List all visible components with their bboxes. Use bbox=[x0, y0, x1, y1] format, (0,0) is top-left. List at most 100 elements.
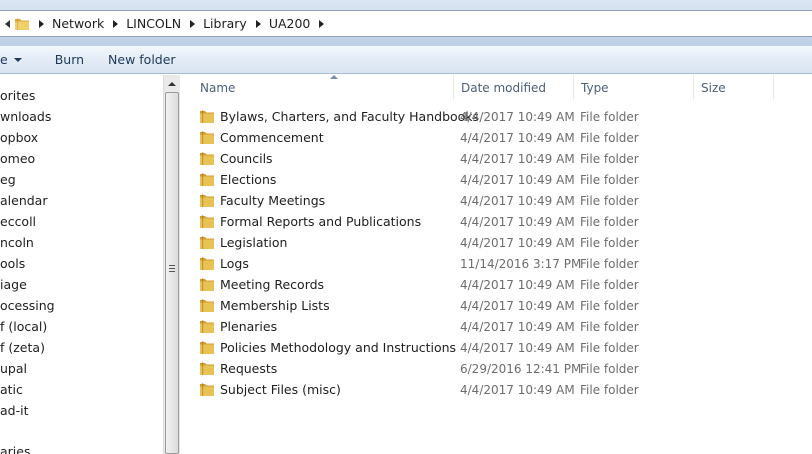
burn-button[interactable]: Burn bbox=[46, 49, 93, 71]
nav-item-read-it[interactable]: ad-it bbox=[0, 400, 28, 421]
file-row[interactable]: Plenaries 4/4/2017 10:49 AM File folder bbox=[180, 316, 812, 337]
file-row[interactable]: Elections 4/4/2017 10:49 AM File folder bbox=[180, 169, 812, 190]
file-row[interactable]: Requests 6/29/2016 12:41 PM File folder bbox=[180, 358, 812, 379]
nav-item-favorites[interactable]: orites bbox=[0, 85, 35, 106]
column-header-name[interactable]: Name bbox=[192, 75, 454, 100]
file-name[interactable]: Requests bbox=[220, 361, 277, 376]
burn-label: Burn bbox=[54, 52, 85, 67]
nav-item-downloads[interactable]: wnloads bbox=[0, 106, 51, 127]
chevron-right-icon[interactable] bbox=[39, 19, 44, 28]
file-name[interactable]: Subject Files (misc) bbox=[220, 382, 341, 397]
file-name[interactable]: Bylaws, Charters, and Faculty Handbooks bbox=[220, 109, 479, 124]
chevron-right-icon[interactable] bbox=[319, 19, 325, 28]
file-row[interactable]: Subject Files (misc) 4/4/2017 10:49 AM Fil… bbox=[180, 379, 812, 400]
column-header-date[interactable]: Date modified bbox=[453, 75, 574, 100]
scroll-up-button[interactable] bbox=[164, 75, 180, 92]
file-name[interactable]: Membership Lists bbox=[220, 298, 330, 313]
folder-icon bbox=[199, 235, 215, 250]
file-date-modified: 4/4/2017 10:49 AM bbox=[460, 235, 575, 250]
file-row[interactable]: Policies Methodology and Instructions 4/4… bbox=[180, 337, 812, 358]
nav-item-calendar[interactable]: alendar bbox=[0, 190, 47, 211]
chevron-right-icon[interactable] bbox=[113, 19, 119, 28]
file-row[interactable]: Meeting Records 4/4/2017 10:49 AM File fol… bbox=[180, 274, 812, 295]
file-type: File folder bbox=[580, 151, 639, 166]
folder-icon bbox=[199, 382, 215, 397]
file-name[interactable]: Policies Methodology and Instructions bbox=[220, 340, 456, 355]
file-name[interactable]: Plenaries bbox=[220, 319, 277, 334]
file-date-modified: 4/4/2017 10:49 AM bbox=[460, 340, 575, 355]
file-name[interactable]: Meeting Records bbox=[220, 277, 324, 292]
file-date-modified: 4/4/2017 10:49 AM bbox=[460, 151, 575, 166]
file-row[interactable]: Faculty Meetings 4/4/2017 10:49 AM File fo… bbox=[180, 190, 812, 211]
file-type: File folder bbox=[580, 298, 639, 313]
file-name[interactable]: Formal Reports and Publications bbox=[220, 214, 421, 229]
file-name[interactable]: Councils bbox=[220, 151, 273, 166]
nav-scrollbar[interactable] bbox=[163, 75, 180, 454]
nav-item-libraries[interactable]: aries bbox=[0, 441, 30, 454]
chevron-right-icon[interactable] bbox=[255, 19, 261, 28]
column-header-size[interactable]: Size bbox=[693, 75, 774, 100]
column-size-label: Size bbox=[701, 81, 726, 95]
new-folder-button[interactable]: New folder bbox=[99, 49, 185, 71]
nav-item-processing[interactable]: ocessing bbox=[0, 295, 55, 316]
file-type: File folder bbox=[580, 109, 639, 124]
folder-icon bbox=[199, 277, 215, 292]
file-type: File folder bbox=[580, 130, 639, 145]
column-name-label: Name bbox=[200, 81, 236, 95]
file-date-modified: 6/29/2016 12:41 PM bbox=[460, 361, 582, 376]
file-row[interactable]: Commencement 4/4/2017 10:49 AM File folder bbox=[180, 127, 812, 148]
nav-item-zeta[interactable]: f (zeta) bbox=[0, 337, 45, 358]
file-date-modified: 4/4/2017 10:49 AM bbox=[460, 109, 575, 124]
organize-button[interactable]: e bbox=[0, 49, 31, 71]
nav-item-static[interactable]: atic bbox=[0, 379, 23, 400]
file-date-modified: 4/4/2017 10:49 AM bbox=[460, 130, 575, 145]
scrollbar-thumb[interactable] bbox=[165, 92, 179, 454]
file-type: File folder bbox=[580, 172, 639, 187]
file-row[interactable]: Membership Lists 4/4/2017 10:49 AM File fo… bbox=[180, 295, 812, 316]
file-name[interactable]: Legislation bbox=[220, 235, 287, 250]
file-name[interactable]: Logs bbox=[220, 256, 249, 271]
column-type-label: Type bbox=[581, 81, 609, 95]
file-type: File folder bbox=[580, 319, 639, 334]
column-header-type[interactable]: Type bbox=[573, 75, 694, 100]
organize-label: e bbox=[0, 52, 8, 67]
file-name[interactable]: Faculty Meetings bbox=[220, 193, 325, 208]
chevron-right-icon[interactable] bbox=[190, 19, 196, 28]
folder-icon bbox=[199, 214, 215, 229]
folder-icon bbox=[199, 193, 215, 208]
breadcrumb-library[interactable]: Library bbox=[203, 16, 247, 31]
nav-item-local[interactable]: f (local) bbox=[0, 316, 47, 337]
nav-item-dropbox[interactable]: opbox bbox=[0, 127, 38, 148]
file-date-modified: 4/4/2017 10:49 AM bbox=[460, 277, 575, 292]
file-row[interactable]: Councils 4/4/2017 10:49 AM File folder bbox=[180, 148, 812, 169]
file-row[interactable]: Formal Reports and Publications 4/4/2017 … bbox=[180, 211, 812, 232]
folder-icon bbox=[199, 298, 215, 313]
file-row[interactable]: Bylaws, Charters, and Faculty Handbooks 4… bbox=[180, 106, 812, 127]
folder-icon bbox=[199, 109, 215, 124]
breadcrumb-network[interactable]: Network bbox=[52, 16, 104, 31]
file-row[interactable]: Logs 11/14/2016 3:17 PM File folder bbox=[180, 253, 812, 274]
file-row[interactable]: Legislation 4/4/2017 10:49 AM File folder bbox=[180, 232, 812, 253]
nav-item-eg[interactable]: eg bbox=[0, 169, 16, 190]
nav-item-tools[interactable]: ools bbox=[0, 253, 25, 274]
breadcrumb-ua200[interactable]: UA200 bbox=[269, 16, 311, 31]
file-type: File folder bbox=[580, 382, 639, 397]
nav-item-eccoll[interactable]: eccoll bbox=[0, 211, 36, 232]
nav-item-image[interactable]: iage bbox=[0, 274, 27, 295]
file-type: File folder bbox=[580, 193, 639, 208]
breadcrumb-lincoln[interactable]: LINCOLN bbox=[126, 16, 181, 31]
address-history-arrow-icon[interactable] bbox=[5, 19, 10, 28]
arrow-up-icon bbox=[168, 81, 176, 86]
file-name[interactable]: Commencement bbox=[220, 130, 324, 145]
file-name[interactable]: Elections bbox=[220, 172, 276, 187]
nav-item-lincoln[interactable]: ncoln bbox=[0, 232, 34, 253]
folder-icon bbox=[199, 340, 215, 355]
folder-icon bbox=[199, 151, 215, 166]
address-bar[interactable]: Network LINCOLN Library UA200 bbox=[0, 10, 812, 37]
folder-icon bbox=[199, 172, 215, 187]
file-date-modified: 4/4/2017 10:49 AM bbox=[460, 382, 575, 397]
file-date-modified: 4/4/2017 10:49 AM bbox=[460, 172, 575, 187]
folder-icon bbox=[199, 319, 215, 334]
nav-item-omeo[interactable]: omeo bbox=[0, 148, 35, 169]
nav-item-drupal[interactable]: upal bbox=[0, 358, 27, 379]
